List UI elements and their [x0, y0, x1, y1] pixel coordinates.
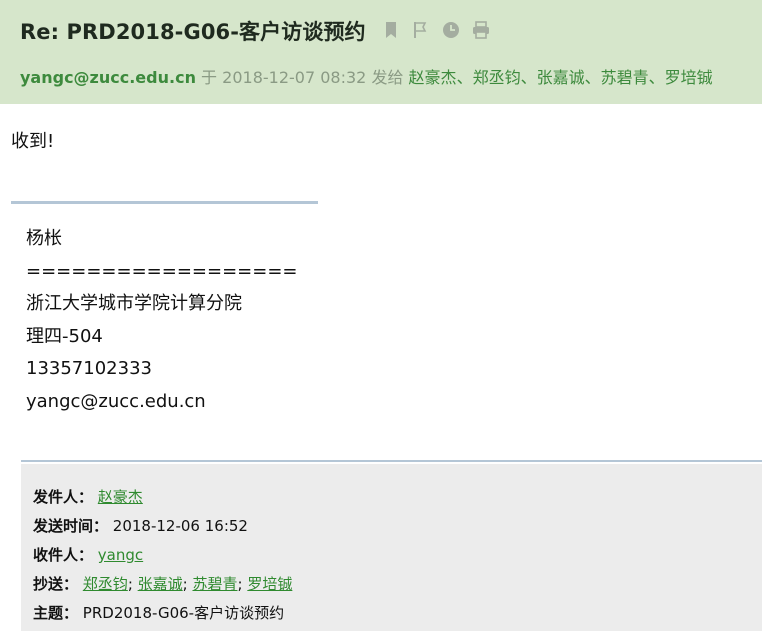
signature-phone: 13357102333 [26, 358, 152, 379]
quoted-to-label: 收件人： [33, 546, 94, 564]
recipient-link[interactable]: 郑丞钧 [473, 68, 521, 87]
quoted-subject-label: 主题： [33, 604, 79, 622]
recipient-link[interactable]: 苏碧青 [601, 68, 649, 87]
quoted-sent-row: 发送时间： 2018-12-06 16:52 [33, 515, 248, 536]
quoted-cc-list: 郑丞钧; 张嘉诚; 苏碧青; 罗培铖 [83, 575, 293, 593]
cc-separator: ; [182, 575, 193, 593]
signature-rule: ================== [26, 260, 298, 282]
signature-room: 理四-504 [26, 325, 103, 347]
quoted-from-row: 发件人： 赵豪杰 [33, 486, 143, 507]
quoted-cc-row: 抄送： 郑丞钧; 张嘉诚; 苏碧青; 罗培铖 [33, 573, 292, 594]
bookmark-icon[interactable] [380, 19, 402, 41]
print-icon[interactable] [470, 19, 492, 41]
quoted-to-row: 收件人： yangc [33, 544, 143, 565]
signature-email: yangc@zucc.edu.cn [26, 390, 206, 412]
recipient-link[interactable]: 赵豪杰 [409, 68, 457, 87]
recipient-link[interactable]: 张嘉诚 [537, 68, 585, 87]
recipient-link[interactable]: 罗培铖 [665, 68, 713, 87]
cc-link[interactable]: 张嘉诚 [138, 575, 183, 593]
cc-link[interactable]: 罗培铖 [247, 575, 292, 593]
recipient-separator: 、 [520, 68, 537, 87]
quoted-subject-value: PRD2018-G06-客户访谈预约 [82, 604, 285, 622]
cc-separator: ; [237, 575, 248, 593]
recipient-separator: 、 [648, 68, 665, 87]
quoted-from-label: 发件人： [33, 488, 94, 506]
email-meta: yangc@zucc.edu.cn 于 2018-12-07 08:32 发给 … [20, 64, 713, 88]
recipient-separator: 、 [584, 68, 601, 87]
quoted-from-link[interactable]: 赵豪杰 [98, 488, 143, 506]
email-header: Re: PRD2018-G06-客户访谈预约 yangc@zucc.edu.cn… [0, 0, 762, 104]
message-body: 收到! [11, 131, 55, 152]
sender-address[interactable]: yangc@zucc.edu.cn [20, 68, 196, 87]
quoted-to-link[interactable]: yangc [98, 546, 143, 564]
email-toolbar [380, 19, 492, 41]
signature-divider [11, 201, 318, 204]
recipient-separator: 、 [456, 68, 473, 87]
signature-org: 浙江大学城市学院计算分院 [26, 293, 242, 314]
quoted-header: 发件人： 赵豪杰 发送时间： 2018-12-06 16:52 收件人： yan… [21, 464, 762, 631]
signature-name: 杨枨 [26, 228, 62, 249]
quoted-sent-value: 2018-12-06 16:52 [112, 517, 248, 535]
email-subject: Re: PRD2018-G06-客户访谈预约 [20, 20, 366, 44]
quoted-sent-label: 发送时间： [33, 517, 109, 535]
sent-date: 2018-12-07 08:32 [222, 68, 367, 87]
cc-separator: ; [127, 575, 138, 593]
quoted-cc-label: 抄送： [33, 575, 79, 593]
recipient-list: 赵豪杰、郑丞钧、张嘉诚、苏碧青、罗培铖 [409, 68, 713, 87]
quote-divider [21, 460, 762, 462]
on-word: 于 [201, 68, 218, 87]
cc-link[interactable]: 苏碧青 [192, 575, 237, 593]
clock-icon[interactable] [440, 19, 462, 41]
flag-icon[interactable] [410, 19, 432, 41]
sent-to-word: 发给 [371, 68, 404, 87]
cc-link[interactable]: 郑丞钧 [83, 575, 128, 593]
signature-block: 杨枨 ================== 浙江大学城市学院计算分院 理四-50… [26, 223, 297, 418]
quoted-subject-row: 主题： PRD2018-G06-客户访谈预约 [33, 602, 284, 623]
